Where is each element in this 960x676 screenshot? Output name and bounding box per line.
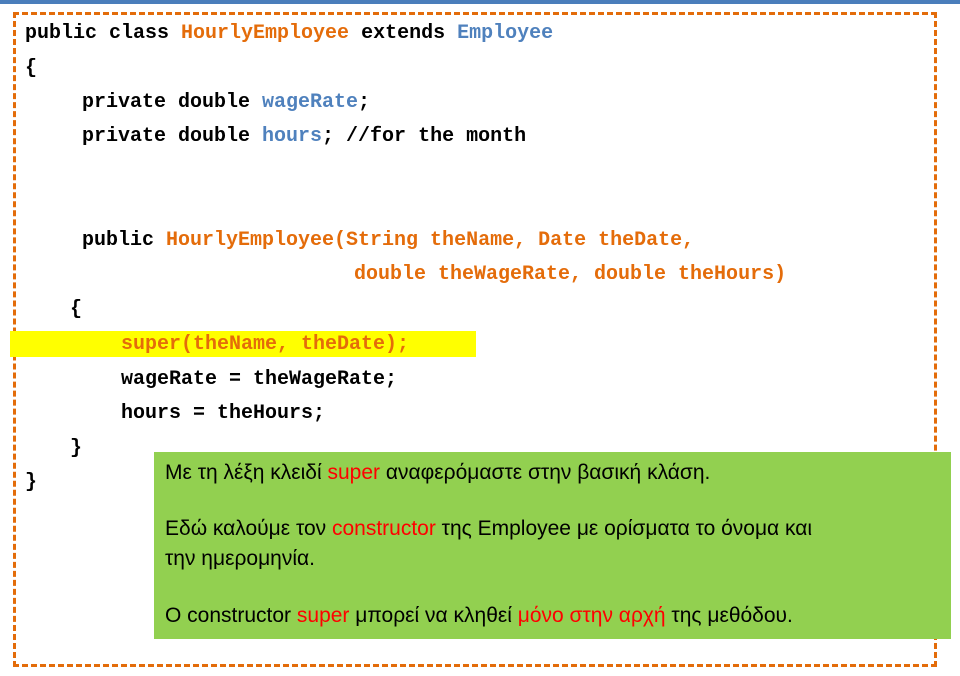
slide-top-bar (0, 0, 960, 4)
code-line-ctor-open-brace: { (70, 298, 83, 321)
note-paragraph-3: Ο constructor super μπορεί να κληθεί μόν… (165, 603, 793, 629)
note-text: της μεθόδου. (665, 604, 793, 627)
note-text: μπορεί να κληθεί (349, 604, 518, 627)
note-text: αναφερόμαστε στην βασική κλάση. (380, 461, 711, 484)
field-name: wageRate (262, 91, 359, 114)
code-line-assign-wagerate: wageRate = theWageRate; (121, 368, 398, 391)
code-line-ctor-close-brace: } (70, 437, 83, 460)
ctor-keyword: public (82, 229, 167, 252)
field-type: private double (82, 91, 263, 114)
ctor-signature: HourlyEmployee(String theName, Date theD… (166, 229, 695, 252)
field-comment: ; //for the month (322, 125, 527, 148)
note-text: Ο constructor (165, 604, 297, 627)
note-emphasis: super (327, 461, 381, 484)
field-end: ; (358, 91, 371, 114)
explanation-callout: Με τη λέξη κλειδί super αναφερόμαστε στη… (154, 452, 951, 639)
field-type: private double (82, 125, 263, 148)
class-name: HourlyEmployee (181, 22, 350, 45)
code-line-field-hours: private double hours; //for the month (82, 126, 526, 148)
note-paragraph-1: Με τη λέξη κλειδί super αναφερόμαστε στη… (165, 460, 710, 486)
base-class-name: Employee (457, 22, 554, 45)
note-text: Εδώ καλούμε τον (165, 517, 332, 540)
note-text: της Employee με ορίσματα το όνομα και (435, 517, 813, 540)
code-line-constructor-sig: public HourlyEmployee(String theName, Da… (82, 230, 694, 252)
extends-keyword: extends (349, 22, 458, 45)
note-paragraph-2-cont: την ημερομηνία. (165, 546, 315, 572)
class-keyword: public class (25, 22, 182, 45)
code-line-super-call: super(theName, theDate); (121, 333, 410, 356)
note-text: την ημερομηνία. (165, 547, 315, 570)
code-line-class-decl: public class HourlyEmployee extends Empl… (25, 23, 553, 45)
note-text: Με τη λέξη κλειδί (165, 461, 328, 484)
code-line-assign-hours: hours = theHours; (121, 402, 326, 425)
code-line-constructor-sig-cont: double theWageRate, double theHours) (354, 263, 787, 286)
field-name: hours (262, 125, 323, 148)
code-line-class-close-brace: } (25, 471, 38, 494)
note-emphasis: super (296, 604, 350, 627)
code-line-field-wagerate: private double wageRate; (82, 92, 370, 114)
note-paragraph-2: Εδώ καλούμε τον constructor της Employee… (165, 516, 812, 542)
note-emphasis: μόνο στην αρχή (517, 604, 666, 627)
note-emphasis: constructor (331, 517, 436, 540)
code-line-open-brace: { (25, 57, 38, 80)
